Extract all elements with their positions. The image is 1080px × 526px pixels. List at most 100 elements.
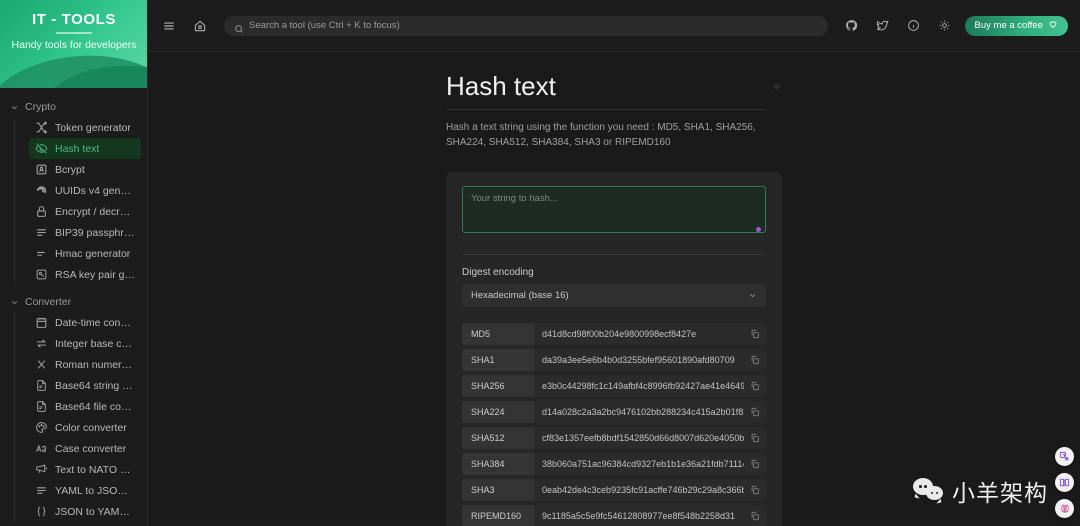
digest-encoding-select[interactable]: Hexadecimal (base 16) — [462, 283, 766, 307]
hash-value[interactable]: 38b060a751ac96384cd9327eb1b1e36a21fdb711… — [534, 453, 744, 475]
sidebar-item-color-converter[interactable]: Color converter — [29, 417, 141, 438]
sidebar-item-date-time-converter[interactable]: Date-time converter — [29, 312, 141, 333]
topbar-actions: Buy me a coffee — [841, 15, 1068, 37]
screenshot-tool-icon[interactable] — [1055, 447, 1074, 466]
copy-icon[interactable] — [744, 323, 766, 345]
hash-value[interactable]: 9c1185a5c5e9fc54612808977ee8f548b2258d31 — [534, 505, 744, 526]
sidebar-item-text-to-nato-alphabet[interactable]: Text to NATO alphabet — [29, 459, 141, 480]
copy-icon[interactable] — [744, 375, 766, 397]
app-root: IT - TOOLS Handy tools for developers Cr… — [0, 0, 1080, 526]
home-icon[interactable] — [189, 15, 211, 37]
hash-value[interactable]: e3b0c44298fc1c149afbf4c8996fb92427ae41e4… — [534, 375, 744, 397]
list-lines-icon — [35, 484, 48, 497]
buy-me-a-coffee-button[interactable]: Buy me a coffee — [964, 15, 1068, 36]
chevron-down-icon — [10, 103, 19, 112]
info-icon[interactable] — [903, 15, 925, 37]
sidebar-item-uuids-v4-generator[interactable]: UUIDs v4 generator — [29, 180, 141, 201]
sidebar-item-bcrypt[interactable]: Bcrypt — [29, 159, 141, 180]
reading-tool-icon[interactable] — [1055, 473, 1074, 492]
sidebar-item-roman-numeral-converter[interactable]: Roman numeral conv... — [29, 354, 141, 375]
sidebar-item-label: Token generator — [55, 121, 131, 134]
watermark: 小羊架构 — [913, 474, 1048, 508]
logo-divider — [56, 32, 92, 34]
copy-icon[interactable] — [744, 479, 766, 501]
sidebar-item-yaml-to-json-converter[interactable]: YAML to JSON conver... — [29, 480, 141, 501]
sidebar-section-label: Converter — [25, 296, 72, 308]
hash-value[interactable]: d41d8cd98f00b204e9800998ecf8427e — [534, 323, 744, 345]
sidebar-item-encrypt-decrypt-text[interactable]: Encrypt / decrypt text — [29, 201, 141, 222]
lock-icon — [35, 205, 48, 218]
sidebar-item-case-converter[interactable]: Case converter — [29, 438, 141, 459]
hash-algo-label: RIPEMD160 — [462, 504, 534, 526]
hash-results-list: MD5 d41d8cd98f00b204e9800998ecf8427e SHA… — [462, 322, 766, 526]
top-bar: Buy me a coffee — [148, 0, 1080, 52]
hash-input[interactable] — [462, 185, 766, 233]
copy-icon[interactable] — [744, 401, 766, 423]
sidebar-item-token-generator[interactable]: Token generator — [29, 117, 141, 138]
fingerprint-icon — [35, 184, 48, 197]
sidebar-item-label: BIP39 passphrase gen... — [55, 226, 135, 239]
search-input[interactable] — [249, 20, 818, 31]
braces-icon — [35, 505, 48, 518]
github-icon[interactable] — [841, 15, 863, 37]
bubble-dot — [930, 491, 934, 495]
hash-input-wrapper — [462, 185, 766, 238]
hash-algo-label: SHA512 — [462, 426, 534, 449]
ai-brain-icon[interactable] — [1055, 499, 1074, 518]
calendar-icon — [35, 316, 48, 329]
digest-encoding-label: Digest encoding — [462, 266, 534, 278]
sidebar-item-rsa-key-pair-generator[interactable]: RSA key pair generator — [29, 264, 141, 285]
sidebar-item-label: Integer base converter — [55, 337, 135, 350]
hamburger-menu-icon[interactable] — [158, 15, 180, 37]
table-row: SHA512 cf83e1357eefb8bdf1542850d66d8007d… — [462, 426, 766, 449]
table-row: SHA224 d14a028c2a3a2bc9476102bb288234c41… — [462, 400, 766, 423]
sidebar-section-crypto[interactable]: Crypto — [0, 96, 147, 117]
hash-value[interactable]: 0eab42de4c3ceb9235fc91acffe746b29c29a8c3… — [534, 479, 744, 501]
table-row: SHA1 da39a3ee5e6b4b0d3255bfef95601890afd… — [462, 348, 766, 371]
twitter-icon[interactable] — [872, 15, 894, 37]
tool-page: Hash text Hash a text string using the f… — [446, 72, 782, 526]
search-bar[interactable] — [224, 15, 828, 36]
sidebar-item-label: RSA key pair generator — [55, 268, 135, 281]
chevron-down-icon — [748, 291, 757, 300]
sidebar-item-hmac-generator[interactable]: Hmac generator — [29, 243, 141, 264]
chevron-down-icon — [10, 298, 19, 307]
sidebar: IT - TOOLS Handy tools for developers Cr… — [0, 0, 148, 526]
resize-handle[interactable] — [756, 226, 761, 232]
sidebar-item-hash-text[interactable]: Hash text — [29, 138, 141, 159]
table-row: SHA384 38b060a751ac96384cd9327eb1b1e36a2… — [462, 452, 766, 475]
watermark-text: 小羊架构 — [952, 480, 1048, 506]
sidebar-item-label: Base64 string encode... — [55, 379, 135, 392]
sidebar-item-label: UUIDs v4 generator — [55, 184, 135, 197]
copy-icon[interactable] — [744, 505, 766, 526]
sidebar-item-label: YAML to JSON conver... — [55, 484, 135, 497]
sidebar-item-integer-base-converter[interactable]: Integer base converter — [29, 333, 141, 354]
sidebar-section-converter[interactable]: Converter — [0, 291, 147, 312]
app-logo[interactable]: IT - TOOLS Handy tools for developers — [0, 0, 147, 88]
main-area: Buy me a coffee Hash text Hash a text st… — [148, 0, 1080, 526]
sidebar-item-label: Case converter — [55, 442, 127, 455]
sidebar-item-bip39-passphrase-generator[interactable]: BIP39 passphrase gen... — [29, 222, 141, 243]
wechat-bubble-small — [926, 486, 943, 500]
hash-value[interactable]: cf83e1357eefb8bdf1542850d66d8007d620e405… — [534, 427, 744, 449]
id-card-icon — [35, 163, 48, 176]
sun-theme-icon[interactable] — [934, 15, 956, 37]
hash-algo-label: SHA3 — [462, 478, 534, 501]
sidebar-item-label: Text to NATO alphabet — [55, 463, 135, 476]
sidebar-item-json-to-yaml-converter[interactable]: JSON to YAML conver... — [29, 501, 141, 522]
letter-x-icon — [35, 358, 48, 371]
sidebar-item-label: Color converter — [55, 421, 127, 434]
copy-icon[interactable] — [744, 453, 766, 475]
favorite-heart-icon[interactable] — [771, 81, 782, 95]
copy-icon[interactable] — [744, 427, 766, 449]
sidebar-item-base64-string-encoder[interactable]: Base64 string encode... — [29, 375, 141, 396]
sidebar-item-base64-file-converter[interactable]: Base64 file converter — [29, 396, 141, 417]
hash-algo-label: SHA224 — [462, 400, 534, 423]
logo-subtitle: Handy tools for developers — [11, 39, 137, 51]
search-icon — [234, 21, 244, 33]
hash-value[interactable]: d14a028c2a3a2bc9476102bb288234c415a2b01f… — [534, 401, 744, 423]
copy-icon[interactable] — [744, 349, 766, 371]
sidebar-item-label: Base64 file converter — [55, 400, 135, 413]
hash-value[interactable]: da39a3ee5e6b4b0d3255bfef95601890afd80709 — [534, 349, 744, 371]
card-divider — [462, 253, 766, 255]
